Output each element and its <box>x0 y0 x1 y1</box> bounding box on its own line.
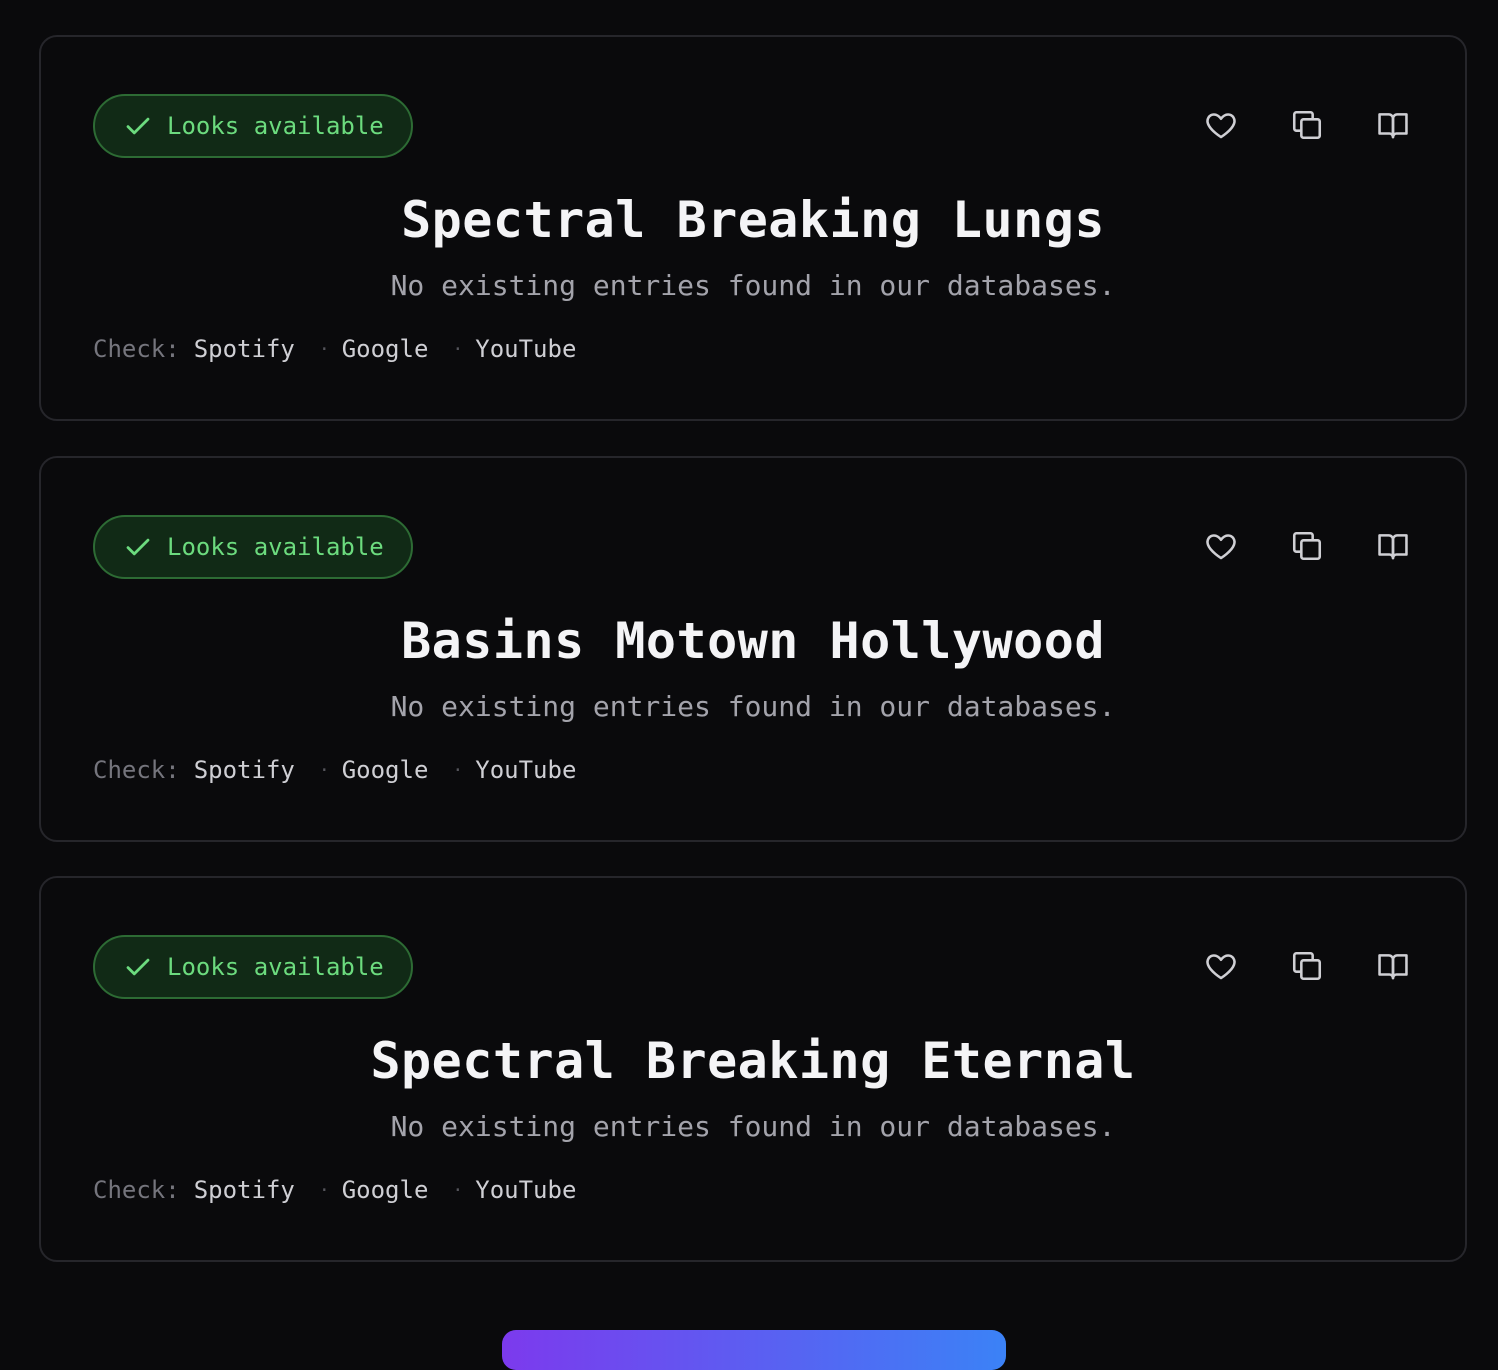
status-badge: Looks available <box>93 94 413 158</box>
status-label: Looks available <box>167 533 384 561</box>
status-label: Looks available <box>167 112 384 140</box>
card-actions <box>1203 528 1411 564</box>
dictionary-button[interactable] <box>1375 528 1411 564</box>
separator-dot: · <box>318 759 330 781</box>
check-label: Check: <box>93 1176 180 1204</box>
separator-dot: · <box>318 1179 330 1201</box>
check-icon <box>126 538 150 556</box>
result-card: Looks available Basins Motown Hollywood … <box>39 456 1467 842</box>
copy-button[interactable] <box>1289 528 1325 564</box>
separator-dot: · <box>318 338 330 360</box>
result-message: No existing entries found in our databas… <box>390 1110 1116 1143</box>
dictionary-button[interactable] <box>1375 107 1411 143</box>
separator-dot: · <box>452 1179 464 1201</box>
dictionary-button[interactable] <box>1375 948 1411 984</box>
heart-icon <box>1206 954 1236 980</box>
check-label: Check: <box>93 756 180 784</box>
result-message: No existing entries found in our databas… <box>390 269 1116 302</box>
check-links: Check: Spotify · Google · YouTube <box>93 756 576 784</box>
heart-icon <box>1206 113 1236 139</box>
youtube-link[interactable]: YouTube <box>475 1176 576 1204</box>
check-links: Check: Spotify · Google · YouTube <box>93 335 576 363</box>
copy-icon <box>1292 110 1322 140</box>
name-title: Basins Motown Hollywood <box>401 612 1105 670</box>
book-open-icon <box>1378 113 1408 139</box>
google-link[interactable]: Google <box>342 335 429 363</box>
check-icon <box>126 958 150 976</box>
heart-icon <box>1206 534 1236 560</box>
load-more-button[interactable] <box>502 1330 1006 1370</box>
status-badge: Looks available <box>93 935 413 999</box>
name-title: Spectral Breaking Eternal <box>370 1032 1136 1090</box>
favorite-button[interactable] <box>1203 107 1239 143</box>
google-link[interactable]: Google <box>342 756 429 784</box>
google-link[interactable]: Google <box>342 1176 429 1204</box>
check-icon <box>126 117 150 135</box>
result-message: No existing entries found in our databas… <box>390 690 1116 723</box>
separator-dot: · <box>452 759 464 781</box>
check-links: Check: Spotify · Google · YouTube <box>93 1176 576 1204</box>
favorite-button[interactable] <box>1203 528 1239 564</box>
status-label: Looks available <box>167 953 384 981</box>
spotify-link[interactable]: Spotify <box>194 335 295 363</box>
youtube-link[interactable]: YouTube <box>475 756 576 784</box>
card-actions <box>1203 107 1411 143</box>
copy-icon <box>1292 531 1322 561</box>
name-title: Spectral Breaking Lungs <box>401 191 1105 249</box>
favorite-button[interactable] <box>1203 948 1239 984</box>
youtube-link[interactable]: YouTube <box>475 335 576 363</box>
copy-button[interactable] <box>1289 107 1325 143</box>
result-card: Looks available Spectral Breaking Lungs … <box>39 35 1467 421</box>
copy-button[interactable] <box>1289 948 1325 984</box>
spotify-link[interactable]: Spotify <box>194 756 295 784</box>
copy-icon <box>1292 951 1322 981</box>
status-badge: Looks available <box>93 515 413 579</box>
result-card: Looks available Spectral Breaking Eterna… <box>39 876 1467 1262</box>
spotify-link[interactable]: Spotify <box>194 1176 295 1204</box>
check-label: Check: <box>93 335 180 363</box>
book-open-icon <box>1378 954 1408 980</box>
card-actions <box>1203 948 1411 984</box>
separator-dot: · <box>452 338 464 360</box>
book-open-icon <box>1378 534 1408 560</box>
